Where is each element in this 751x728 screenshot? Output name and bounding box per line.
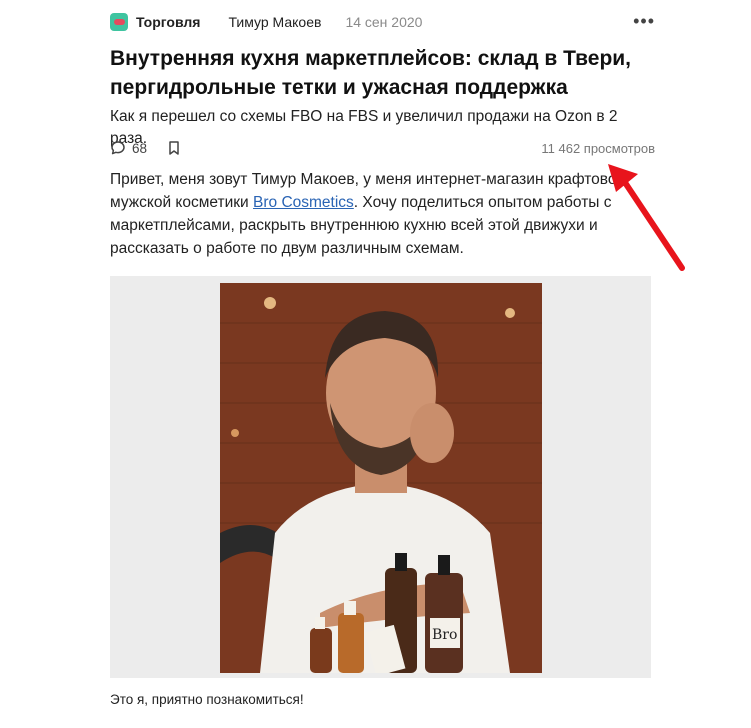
- article-intro: Привет, меня зовут Тимур Макоев, у меня …: [110, 168, 655, 260]
- category-icon[interactable]: [110, 13, 128, 31]
- photo-illustration: Bro: [220, 283, 542, 673]
- article-title[interactable]: Внутренняя кухня маркетплейсов: склад в …: [110, 44, 655, 102]
- author-photo[interactable]: Bro: [220, 283, 542, 673]
- category-link[interactable]: Торговля: [136, 14, 200, 30]
- bookmark-icon: [169, 141, 179, 155]
- article-header: Торговля Тимур Макоев 14 сен 2020 •••: [110, 12, 655, 32]
- article-stats: 68 11 462 просмотров: [110, 138, 655, 158]
- comments-count: 68: [132, 140, 148, 156]
- views-count: 11 462 просмотров: [541, 140, 655, 156]
- bottle-label: Bro: [432, 627, 457, 643]
- publish-date: 14 сен 2020: [345, 14, 423, 30]
- bro-cosmetics-link[interactable]: Bro Cosmetics: [253, 194, 354, 211]
- comment-icon: [111, 141, 125, 155]
- image-caption: Это я, приятно познакомиться!: [110, 692, 304, 707]
- author-link[interactable]: Тимур Макоев: [228, 14, 321, 30]
- bookmark-button[interactable]: [167, 140, 181, 156]
- comments-button[interactable]: 68: [110, 140, 147, 156]
- more-horizontal-icon[interactable]: •••: [633, 12, 655, 30]
- article-image-frame: Bro: [110, 276, 651, 678]
- annotation-arrow-icon: [608, 164, 685, 271]
